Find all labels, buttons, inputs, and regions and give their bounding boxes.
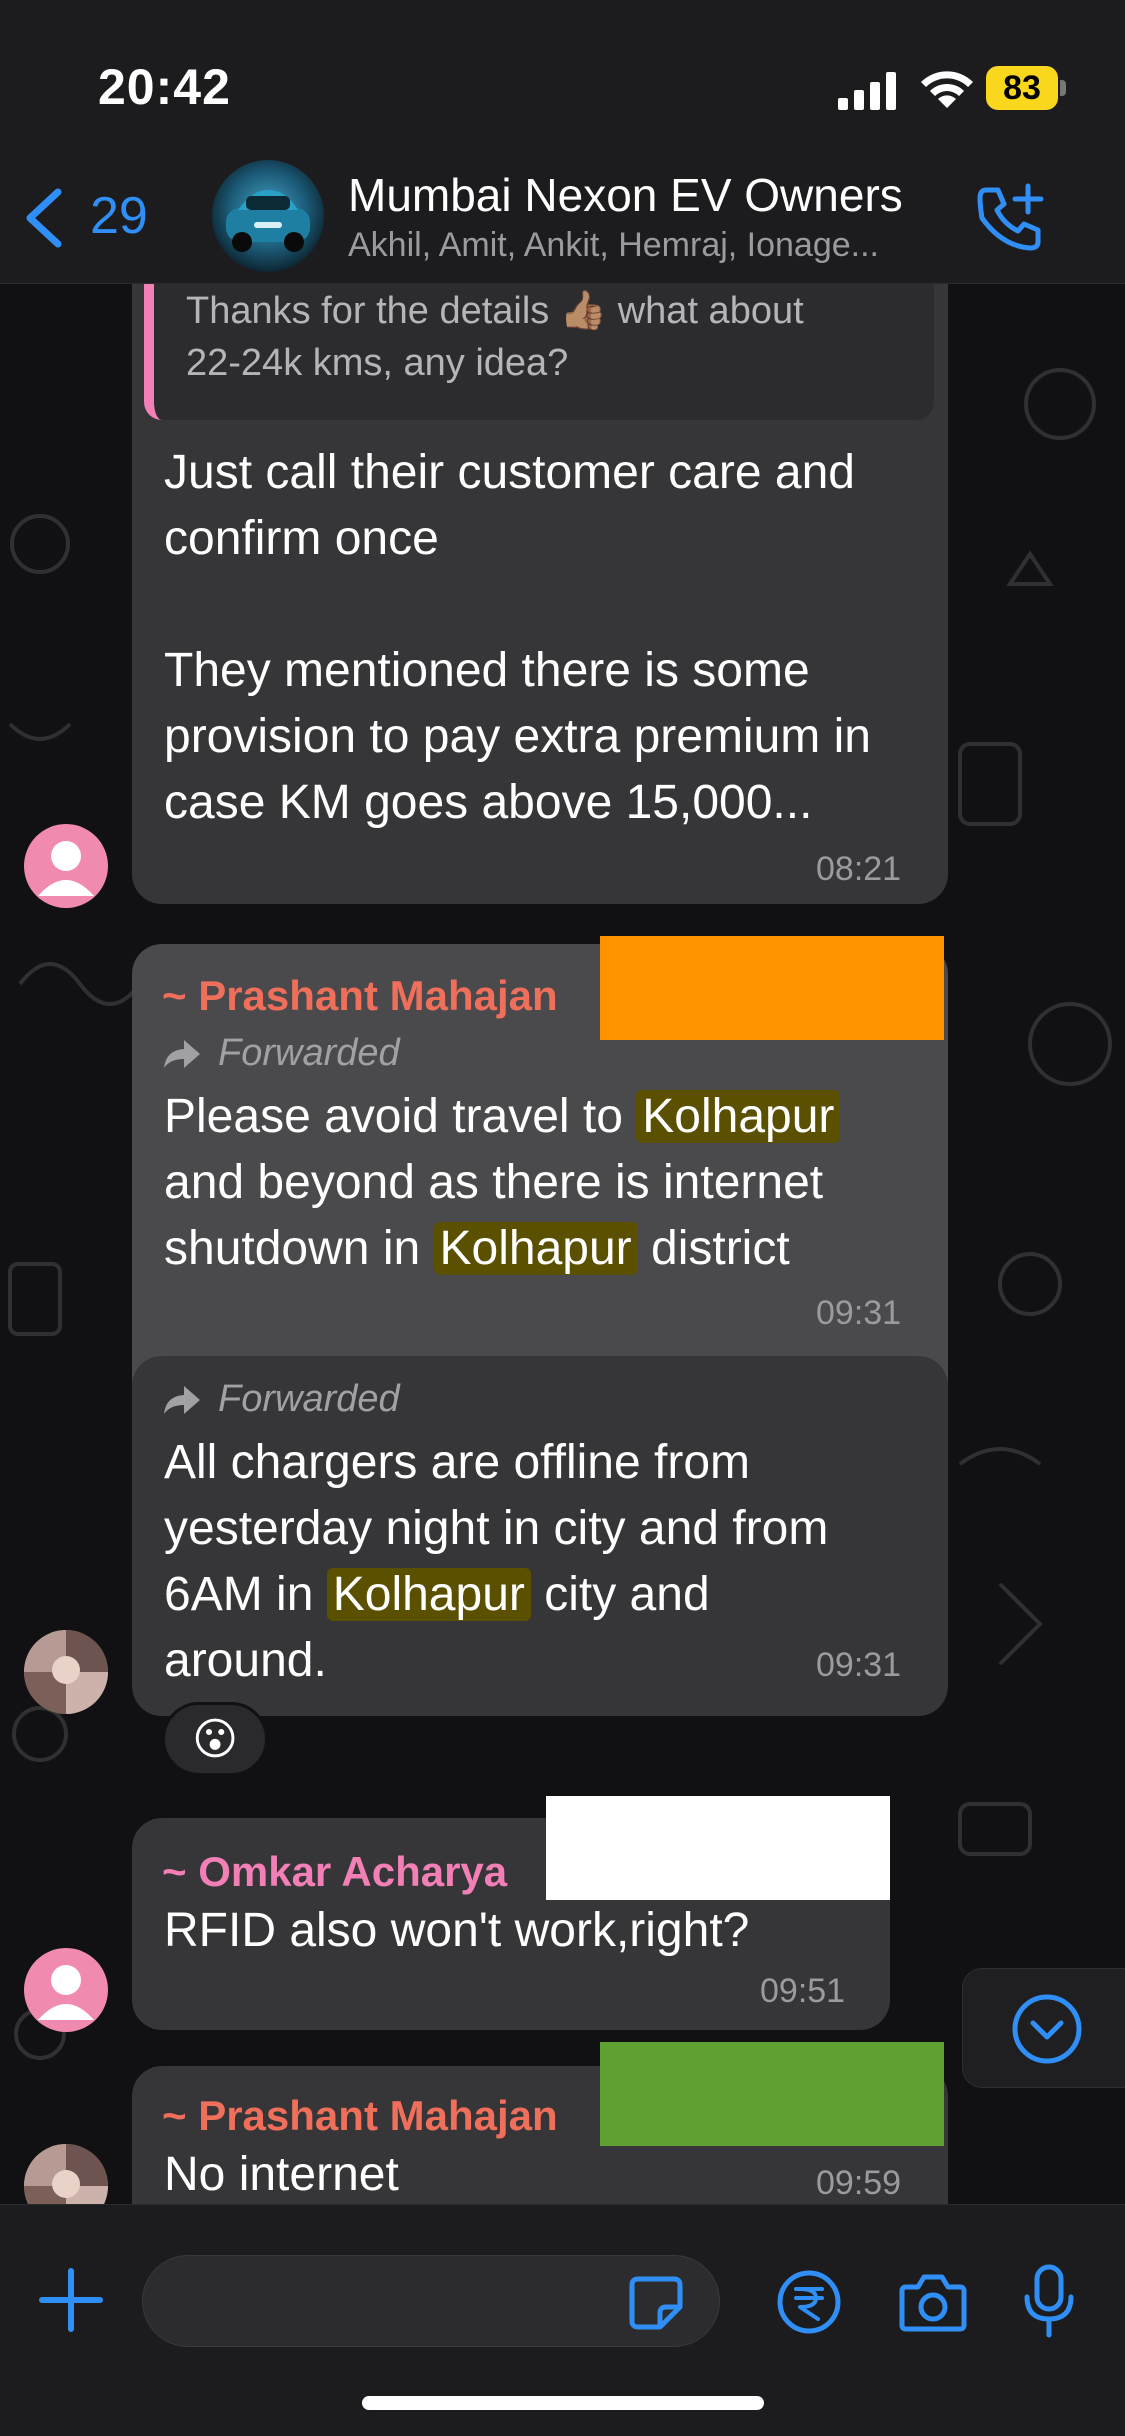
message-text: yesterday night in city and from [164,1502,829,1555]
avatar[interactable] [24,1948,108,2032]
message-time: 09:31 [816,1294,902,1332]
plus-icon[interactable] [38,2267,104,2333]
wifi-icon [921,71,973,108]
message-bubble-3[interactable]: Forwarded All chargers are offline from … [132,1356,948,1716]
unread-chats-count[interactable]: 29 [90,186,148,246]
message-text: RFID also won't work,right? [164,1904,750,1957]
avatar[interactable] [24,824,108,908]
chat-header: 29 Mumbai Nexon EV Owners Akhil, Amit, A… [0,150,1125,284]
camera-icon[interactable] [898,2269,968,2335]
avatar[interactable] [24,1630,108,1714]
home-indicator[interactable] [362,2396,764,2410]
sticker-icon[interactable] [628,2275,684,2331]
message-time: 09:59 [816,2164,902,2202]
scroll-down-button[interactable] [962,1968,1125,2088]
message-text: 6AM in Kolhapur city and [164,1568,710,1621]
message-text: around. [164,1634,327,1687]
status-bar: 20:42 83 [0,0,1125,150]
reaction-badge[interactable]: 😮 [162,1702,268,1776]
rupee-payment-icon[interactable] [776,2269,842,2335]
chat-area[interactable]: Thanks for the details 👍🏽 what about 22-… [0,284,1125,2204]
forward-icon [164,1386,200,1414]
message-text: All chargers are offline from [164,1436,751,1489]
message-text: shutdown in Kolhapur district [164,1222,790,1275]
message-text: Please avoid travel to Kolhapur [164,1084,841,1150]
quoted-text-line-2: 22-24k kms, any idea? [186,342,569,384]
message-time: 08:21 [816,850,902,888]
sender-name[interactable]: ~ Prashant Mahajan [162,2092,558,2140]
message-text: and beyond as there is internet [164,1156,824,1209]
sender-name[interactable]: ~ Omkar Acharya [162,1848,507,1896]
redacted-area [600,936,944,1040]
message-text: No internet [164,2148,399,2201]
status-time: 20:42 [98,59,231,115]
redacted-area [600,2042,944,2146]
forward-icon [164,1040,200,1068]
scroll-down-icon [1012,1994,1082,2064]
signal-icon [838,72,896,110]
back-chevron-icon[interactable] [22,188,66,248]
message-text: provision to pay extra premium in [164,710,871,763]
battery-icon: 83 [986,66,1066,110]
message-bubble-1[interactable]: Thanks for the details 👍🏽 what about 22-… [132,284,948,904]
redacted-area [546,1796,890,1900]
forwarded-label: Forwarded [218,1032,400,1074]
microphone-icon[interactable] [1022,2263,1076,2339]
battery-level: 83 [1003,69,1041,107]
add-call-icon[interactable] [972,180,1048,256]
group-members[interactable]: Akhil, Amit, Ankit, Hemraj, Ionage... [348,226,948,265]
message-text: They mentioned there is some [164,644,810,697]
message-time: 09:51 [760,1972,846,2010]
message-text: confirm once [164,512,439,565]
message-text: Just call their customer care and [164,446,855,499]
quoted-text-line-1: Thanks for the details 👍🏽 what about [186,290,804,332]
sender-name[interactable]: ~ Prashant Mahajan [162,972,558,1020]
message-text: case KM goes above 15,000... [164,776,813,829]
group-title[interactable]: Mumbai Nexon EV Owners [348,168,903,222]
message-time: 09:31 [816,1646,902,1684]
group-avatar[interactable] [212,160,324,272]
forwarded-label: Forwarded [218,1378,400,1420]
quoted-message[interactable]: Thanks for the details 👍🏽 what about 22-… [144,284,934,420]
